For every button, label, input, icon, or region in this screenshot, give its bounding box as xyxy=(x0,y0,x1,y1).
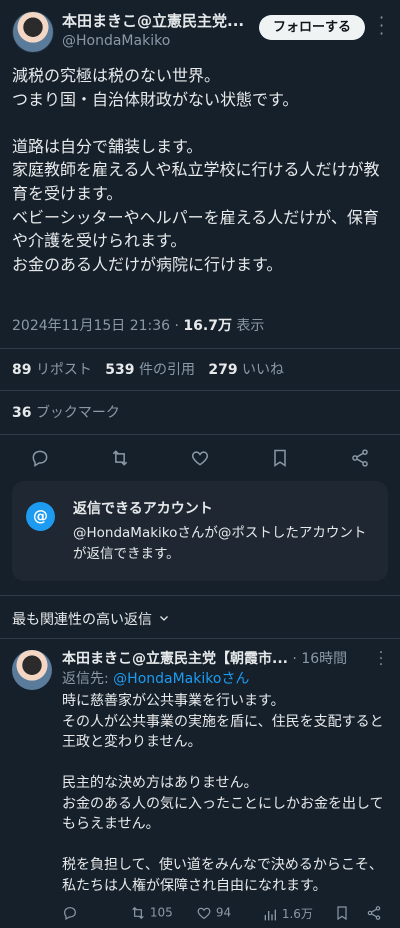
likes-stat[interactable]: 279 いいね xyxy=(208,362,284,378)
quotes-stat[interactable]: 539 件の引用 xyxy=(105,362,199,378)
follow-button[interactable]: フォローする xyxy=(259,15,365,40)
reposts-stat[interactable]: 89 リポスト xyxy=(12,362,96,378)
reply-views-count: 1.6万 xyxy=(281,907,313,921)
like-icon xyxy=(196,905,212,921)
reply-text: 時に慈善家が公共事業を行います。 その人が公共事業の実施を盾に、住民を支配すると… xyxy=(62,693,384,894)
bookmarks-stat[interactable]: 36 ブックマーク xyxy=(12,403,120,423)
reply-restriction-card: @ 返信できるアカウント @HondaMakikoさんが@ポストしたアカウントが… xyxy=(12,481,388,581)
reply-like-count: 94 xyxy=(215,905,232,920)
reply-to-handle[interactable]: @HondaMakikoさん xyxy=(113,671,249,687)
reply-time[interactable]: 16時間 xyxy=(301,651,347,667)
reply-to-line: 返信先: @HondaMakikoさん xyxy=(62,670,249,688)
analytics-icon xyxy=(262,907,278,923)
divider xyxy=(0,390,400,391)
author-name[interactable]: 本田まきこ@立憲民主党... xyxy=(62,12,244,30)
tweet-meta: 2024年11月15日 21:36 · 16.7万 表示 xyxy=(12,316,264,336)
meta-separator: · xyxy=(174,318,179,334)
likes-label: いいね xyxy=(242,362,285,378)
more-options-icon[interactable]: · · · xyxy=(376,646,386,672)
bookmark-icon[interactable] xyxy=(334,905,350,921)
reposts-label: リポスト xyxy=(35,362,92,378)
reply-author-avatar[interactable] xyxy=(12,650,52,690)
bookmarks-label: ブックマーク xyxy=(35,405,120,421)
quotes-label: 件の引用 xyxy=(138,362,195,378)
views-label: 表示 xyxy=(236,318,265,334)
bookmarks-count: 36 xyxy=(12,405,32,421)
reply-header: 本田まきこ@立憲民主党【朝霞市... · 16時間 xyxy=(62,650,347,668)
reposts-count: 89 xyxy=(12,362,32,378)
share-icon[interactable] xyxy=(350,448,370,468)
reply-author-name[interactable]: 本田まきこ@立憲民主党【朝霞市... xyxy=(62,651,288,667)
reply-repost-count: 105 xyxy=(149,905,173,920)
bookmark-icon[interactable] xyxy=(270,448,290,468)
engagement-stats: 89 リポスト 539 件の引用 279 いいね xyxy=(12,360,284,380)
reply-card-body: @HondaMakikoさんが@ポストしたアカウントが返信できます。 xyxy=(73,525,367,562)
likes-count: 279 xyxy=(208,362,238,378)
views-count: 16.7万 xyxy=(183,318,232,334)
repost-icon xyxy=(130,905,146,921)
reply-actions: 105 94 1.6万 xyxy=(62,905,392,923)
author-handle[interactable]: @HondaMakiko xyxy=(62,32,170,50)
reply-to-prefix: 返信先: xyxy=(62,671,114,687)
reply-dot: · xyxy=(292,651,297,667)
like-icon[interactable] xyxy=(190,448,210,468)
reply-views[interactable]: 1.6万 xyxy=(262,905,313,923)
repost-icon[interactable] xyxy=(110,448,130,468)
divider xyxy=(0,348,400,349)
at-icon: @ xyxy=(26,502,55,531)
divider xyxy=(0,595,400,596)
chevron-down-icon xyxy=(158,610,170,630)
reply-icon[interactable] xyxy=(30,448,50,468)
reply-sort-selector[interactable]: 最も関連性の高い返信 xyxy=(12,610,170,630)
tweet-text: 減税の究極は税のない世界。 つまり国・自治体財政がない状態です。 道路は自分で舗… xyxy=(12,66,380,274)
share-icon[interactable] xyxy=(366,905,382,921)
reply-like[interactable]: 94 xyxy=(196,905,231,921)
reply-sort-label: 最も関連性の高い返信 xyxy=(12,612,152,628)
author-avatar[interactable] xyxy=(12,11,54,53)
divider xyxy=(0,638,400,639)
reply-card-title: 返信できるアカウント xyxy=(73,501,213,517)
divider xyxy=(0,434,400,435)
reply-icon[interactable] xyxy=(62,905,78,921)
quotes-count: 539 xyxy=(105,362,135,378)
reply-repost[interactable]: 105 xyxy=(130,905,173,921)
more-options-icon[interactable]: · · · xyxy=(376,10,386,42)
tweet-timestamp[interactable]: 2024年11月15日 21:36 xyxy=(12,318,170,334)
